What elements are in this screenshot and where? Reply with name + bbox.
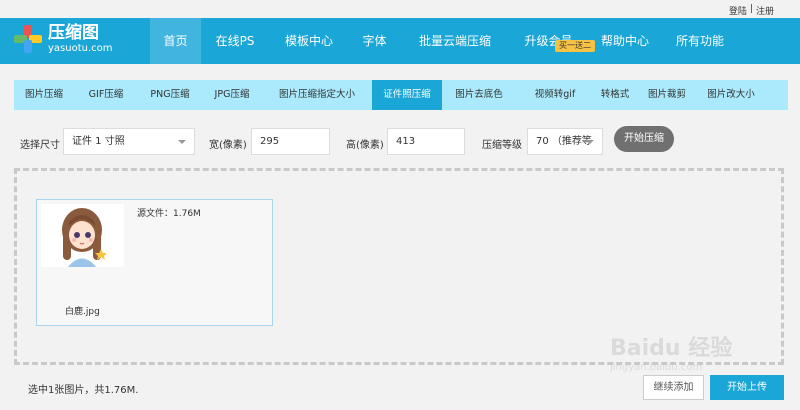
size-label: 选择尺寸: [20, 140, 60, 151]
file-name: 白鹿.jpg: [65, 307, 100, 317]
subnav-item[interactable]: 图片压缩指定大小: [262, 80, 372, 110]
register-link[interactable]: 注册: [756, 4, 774, 17]
width-value: 295: [260, 136, 280, 147]
subnav-item[interactable]: 图片裁剪: [636, 80, 698, 110]
tool-subnav: 图片压缩 GIF压缩 PNG压缩 JPG压缩 图片压缩指定大小 证件照压缩 图片去底色 视频转…: [14, 80, 788, 110]
continue-add-button[interactable]: 继续添加: [643, 375, 704, 400]
nav-item[interactable]: 帮助中心: [587, 18, 663, 64]
subnav-item[interactable]: 视频转gif: [516, 80, 594, 110]
subnav-item[interactable]: PNG压缩: [138, 80, 202, 110]
nav-item[interactable]: 字体: [349, 18, 400, 64]
level-label: 压缩等级: [482, 140, 522, 151]
level-select-value: 70 （推荐等: [536, 136, 592, 147]
height-input[interactable]: 413: [387, 128, 465, 155]
logo-name: 压缩图: [48, 23, 99, 43]
separator: |: [749, 4, 753, 14]
nav-item[interactable]: 在线PS: [201, 18, 269, 64]
width-label: 宽(像素): [209, 140, 247, 151]
subnav-item[interactable]: GIF压缩: [74, 80, 138, 110]
height-value: 413: [396, 136, 416, 147]
subnav-item[interactable]: 证件照压缩: [372, 80, 442, 110]
subnav-item[interactable]: 转格式: [594, 80, 636, 110]
nav-item[interactable]: 批量云端压缩: [400, 18, 510, 64]
subnav-item[interactable]: 图片去底色: [442, 80, 516, 110]
portrait-image: [41, 204, 124, 267]
baidu-watermark: Baidu 经验 jingyan.baidu.com: [610, 330, 732, 373]
watermark-text: Baidu 经验: [610, 336, 733, 361]
logo-domain: yasuotu.com: [48, 43, 113, 54]
logo-text: 压缩图 yasuotu.com: [48, 23, 113, 55]
chevron-down-icon: [178, 140, 186, 144]
file-thumbnail: [41, 204, 124, 267]
nav-item[interactable]: 所有功能: [663, 18, 737, 64]
size-select-value: 证件 1 寸照: [72, 136, 125, 147]
nav-item[interactable]: 首页: [150, 18, 201, 64]
top-utility-bar: 登陆 | 注册: [0, 0, 800, 18]
subnav-item[interactable]: JPG压缩: [202, 80, 262, 110]
size-select[interactable]: 证件 1 寸照: [63, 128, 195, 155]
logo-cross-icon: [14, 25, 42, 53]
options-row: 选择尺寸 证件 1 寸照 宽(像素) 295 高(像素) 413 压缩等级 70…: [0, 124, 800, 156]
start-compress-button[interactable]: 开始压缩: [614, 126, 674, 152]
nav-items: 首页 在线PS 模板中心 字体 批量云端压缩 升级会员 帮助中心 所有功能: [150, 18, 737, 64]
start-upload-button[interactable]: 开始上传: [710, 375, 784, 400]
subnav-item[interactable]: 图片改大小: [698, 80, 764, 110]
file-card[interactable]: 源文件：1.76M 白鹿.jpg: [36, 199, 273, 326]
account-links: 登陆 | 注册: [729, 4, 774, 17]
file-source-size: 源文件：1.76M: [137, 209, 201, 219]
login-link[interactable]: 登陆: [729, 4, 747, 17]
subnav-item[interactable]: 图片压缩: [14, 80, 74, 110]
level-select[interactable]: 70 （推荐等: [527, 128, 603, 155]
chevron-down-icon: [586, 140, 594, 144]
selection-status: 选中1张图片，共1.76M.: [28, 385, 139, 396]
promo-badge: 买一送二: [555, 40, 595, 52]
nav-item[interactable]: 模板中心: [269, 18, 349, 64]
watermark-sub: jingyan.baidu.com: [610, 362, 703, 373]
height-label: 高(像素): [346, 140, 384, 151]
site-logo[interactable]: 压缩图 yasuotu.com: [14, 24, 113, 54]
main-nav: 压缩图 yasuotu.com 首页 在线PS 模板中心 字体 批量云端压缩 升级会员 帮助…: [0, 18, 800, 64]
width-input[interactable]: 295: [251, 128, 330, 155]
